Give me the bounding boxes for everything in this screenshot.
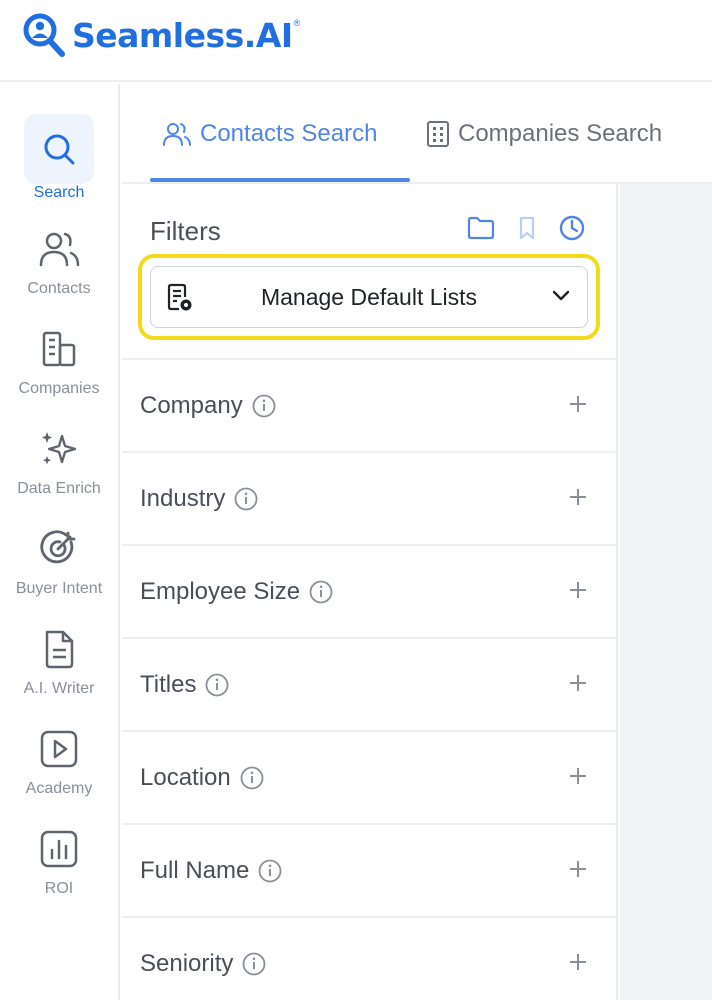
building-icon: [427, 121, 449, 147]
plus-icon[interactable]: [568, 859, 588, 879]
plus-icon[interactable]: [568, 673, 588, 693]
filter-row-full-name[interactable]: Full Name: [122, 823, 616, 916]
plus-icon[interactable]: [568, 394, 588, 414]
filter-label: Titles: [140, 670, 197, 698]
companies-icon: [42, 331, 76, 367]
filter-label: Location: [140, 763, 231, 791]
filter-row-employee-size[interactable]: Employee Size: [122, 544, 616, 637]
filter-label: Full Name: [140, 856, 250, 884]
sidebar-item-label: Search: [33, 184, 85, 201]
filter-row-titles[interactable]: Titles: [122, 637, 616, 730]
users-icon: [163, 123, 191, 146]
filter-label: Industry: [140, 484, 226, 512]
app-header: Seamless.AI ®: [0, 0, 712, 82]
filter-label: Employee Size: [140, 577, 301, 605]
sidebar-item-search[interactable]: Search: [0, 114, 118, 202]
sidebar-item-academy[interactable]: Academy: [0, 714, 118, 798]
clock-icon[interactable]: [558, 214, 586, 242]
document-icon: [45, 630, 74, 669]
chevron-down-icon: [552, 290, 570, 301]
bar-chart-icon: [40, 830, 78, 868]
filter-label: Seniority: [140, 949, 234, 977]
registered-mark: ®: [293, 18, 301, 28]
info-icon[interactable]: [239, 765, 265, 791]
manage-default-lists-dropdown[interactable]: Manage Default Lists: [150, 266, 588, 328]
results-area: [620, 184, 712, 1000]
sidebar-item-label: ROI: [44, 880, 74, 897]
sidebar-item-companies[interactable]: Companies: [0, 314, 118, 398]
sidebar-item-label: Contacts: [27, 280, 91, 297]
sidebar-item-label: Companies: [18, 380, 100, 397]
target-icon: [40, 530, 76, 564]
sparkles-icon: [42, 432, 77, 465]
brand-logo[interactable]: Seamless.AI ®: [22, 12, 300, 58]
tab-label: Contacts Search: [200, 120, 378, 147]
info-icon[interactable]: [241, 951, 267, 977]
filter-row-company[interactable]: Company: [122, 358, 616, 451]
sidebar-item-buyer-intent[interactable]: Buyer Intent: [0, 514, 118, 598]
sidebar: Search Contacts Companies Data Enrich Bu…: [0, 84, 120, 1000]
bookmark-icon[interactable]: [516, 215, 538, 241]
sidebar-item-label: Buyer Intent: [15, 580, 103, 597]
brand-name: Seamless.AI: [72, 15, 293, 55]
sidebar-item-ai-writer[interactable]: A.I. Writer: [0, 614, 118, 698]
plus-icon[interactable]: [568, 580, 588, 600]
contacts-icon: [39, 232, 80, 267]
filters-panel: Filters Manage Default Lists Company Ind…: [122, 184, 618, 1000]
tab-contacts-search[interactable]: Contacts Search: [162, 120, 377, 148]
info-icon[interactable]: [233, 486, 259, 512]
info-icon[interactable]: [204, 672, 230, 698]
magnifier-person-logo-icon: [23, 13, 65, 57]
tab-companies-search[interactable]: Companies Search: [426, 120, 662, 148]
info-icon[interactable]: [251, 393, 277, 419]
search-tabs: Contacts Search Companies Search: [122, 84, 712, 184]
filters-title: Filters: [150, 216, 221, 246]
manage-default-lists-label: Manage Default Lists: [260, 283, 478, 310]
sidebar-item-data-enrich[interactable]: Data Enrich: [0, 414, 118, 498]
folder-icon[interactable]: [466, 215, 496, 241]
info-icon[interactable]: [308, 579, 334, 605]
sidebar-item-label: A.I. Writer: [23, 680, 95, 697]
plus-icon[interactable]: [568, 952, 588, 972]
filter-actions: [466, 214, 586, 242]
plus-icon[interactable]: [568, 487, 588, 507]
tab-label: Companies Search: [458, 120, 663, 147]
search-icon: [44, 134, 75, 165]
sidebar-item-label: Data Enrich: [17, 480, 101, 497]
filter-label: Company: [140, 391, 243, 419]
filter-row-location[interactable]: Location: [122, 730, 616, 823]
plus-icon[interactable]: [568, 766, 588, 786]
sidebar-item-contacts[interactable]: Contacts: [0, 214, 118, 298]
filter-row-seniority[interactable]: Seniority: [122, 916, 616, 1000]
filter-row-industry[interactable]: Industry: [122, 451, 616, 544]
play-icon: [40, 730, 78, 768]
info-icon[interactable]: [257, 858, 283, 884]
sidebar-item-label: Academy: [25, 780, 93, 797]
sidebar-item-roi[interactable]: ROI: [0, 814, 118, 898]
